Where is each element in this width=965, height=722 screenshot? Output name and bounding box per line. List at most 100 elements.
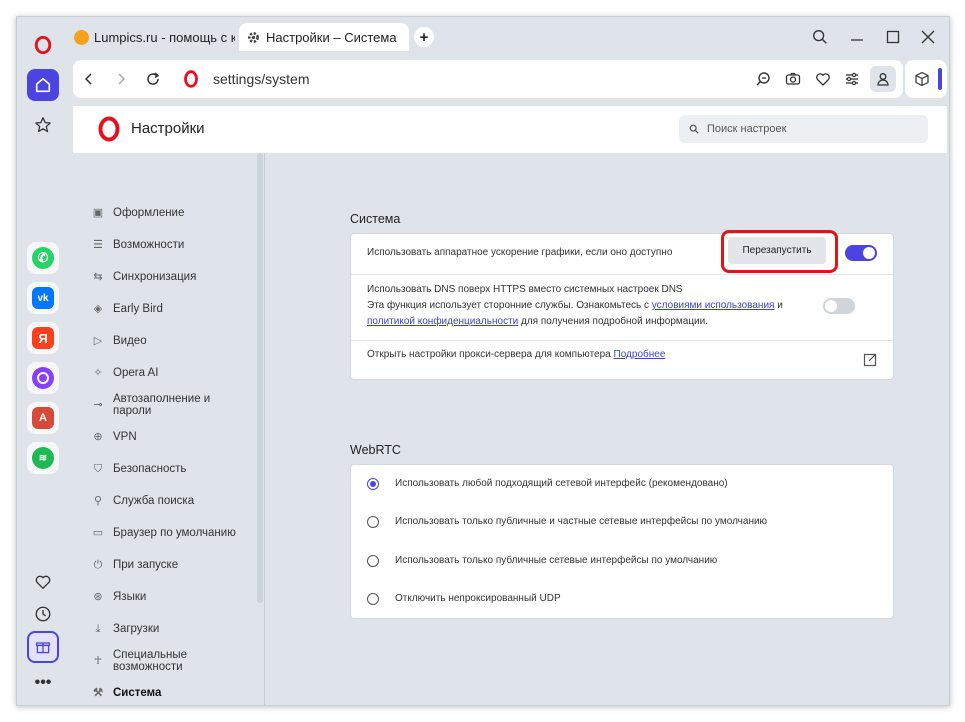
spotify-icon[interactable]: ≋	[27, 442, 59, 474]
cube-icon[interactable]	[913, 70, 931, 88]
tab-lumpics[interactable]: Lumpics.ru - помощь с ко	[73, 23, 235, 51]
webrtc-card: Использовать любой подходящий сетевой ин…	[350, 464, 894, 619]
webrtc-option-radio[interactable]	[367, 516, 379, 528]
restart-highlight: Перезапустить	[721, 230, 838, 273]
languages-icon: ⊛	[93, 591, 103, 603]
home-icon[interactable]	[27, 69, 59, 101]
extensions-box	[905, 60, 947, 98]
nav-item-early-bird[interactable]: ◈ Early Bird	[91, 303, 251, 315]
history-icon[interactable]	[27, 598, 59, 630]
nav-item-default-browser[interactable]: ▭ Браузер по умолчанию	[91, 527, 251, 539]
webrtc-option-label: Использовать только публичные сетевые ин…	[395, 555, 718, 566]
proxy-more-link[interactable]: Подробнее	[614, 349, 666, 360]
tab-title: Настройки – Система	[266, 29, 397, 45]
profile-icon[interactable]	[870, 66, 896, 92]
nav-item-appearance[interactable]: ▣ Оформление	[91, 207, 251, 219]
heart-icon[interactable]	[813, 69, 833, 89]
video-icon: ▷	[93, 335, 103, 347]
whatsapp-icon[interactable]: ✆	[27, 242, 59, 274]
nav-item-security[interactable]: ⛉ Безопасность	[91, 463, 251, 475]
tab-title: Lumpics.ru - помощь с ко	[94, 29, 235, 45]
dns-toggle[interactable]	[823, 298, 855, 314]
alice-icon[interactable]	[27, 362, 59, 394]
browser-icon: ▭	[92, 527, 104, 539]
opera-logo-icon	[97, 116, 121, 147]
proxy-row: Открыть настройки прокси-сервера для ком…	[367, 349, 666, 360]
webrtc-option-radio[interactable]	[367, 593, 379, 605]
nav-item-search-engine[interactable]: ⚲ Служба поиска	[91, 495, 251, 507]
tab-settings[interactable]: Настройки – Система	[239, 23, 409, 51]
system-card: Использовать аппаратное ускорение график…	[350, 230, 894, 380]
hw-accel-label: Использовать аппаратное ускорение график…	[367, 247, 673, 258]
easy-setup-icon[interactable]	[842, 69, 862, 89]
divider	[351, 340, 893, 341]
search-icon	[689, 124, 699, 134]
opera-logo-icon	[181, 69, 201, 89]
system-section-title: Система	[350, 212, 401, 226]
privacy-link[interactable]: политикой конфиденциальности	[367, 316, 518, 327]
nav-item-sync[interactable]: ⇆ Синхронизация	[91, 271, 251, 283]
webrtc-section-title: WebRTC	[350, 443, 401, 457]
orange-site-icon	[73, 29, 89, 45]
vk-icon[interactable]: vk	[27, 282, 59, 314]
webrtc-option-radio[interactable]	[367, 478, 379, 490]
yandex-icon[interactable]: Я	[27, 322, 59, 354]
shield-icon: ⛉	[93, 463, 103, 475]
hw-accel-toggle[interactable]	[845, 245, 877, 261]
nav-item-vpn[interactable]: ⊕ VPN	[91, 431, 251, 443]
nav-item-autofill[interactable]: ⊸ Автозаполнение и пароли	[91, 393, 251, 417]
star-icon[interactable]	[27, 109, 59, 141]
maximize-icon[interactable]	[881, 25, 905, 49]
terms-link[interactable]: условиями использования	[652, 300, 775, 311]
minimize-icon[interactable]	[845, 25, 869, 49]
restart-button[interactable]: Перезапустить	[728, 237, 826, 264]
more-icon[interactable]: •••	[27, 667, 59, 699]
nav-item-system[interactable]: ⚒ Система	[91, 687, 251, 699]
sidebar-indicator	[938, 68, 942, 90]
nav-item-downloads[interactable]: ⤓ Загрузки	[91, 623, 251, 635]
page-title: Настройки	[131, 120, 205, 137]
forward-icon[interactable]	[111, 69, 131, 89]
translator-icon[interactable]: A	[27, 402, 59, 434]
opera-menu-icon[interactable]	[27, 29, 59, 61]
search-icon: ⚲	[93, 495, 103, 507]
search-tabs-icon[interactable]	[808, 25, 832, 49]
new-tab-button[interactable]: +	[414, 27, 434, 47]
vpn-icon: ⊕	[93, 431, 103, 443]
close-icon[interactable]	[916, 25, 940, 49]
address-bar: settings/system	[73, 60, 903, 98]
camera-icon[interactable]	[783, 69, 803, 89]
page-header: Настройки Поиск настроек	[73, 106, 947, 153]
power-icon: ⏻	[93, 559, 103, 571]
zoom-icon[interactable]	[753, 69, 773, 89]
opera-ai-icon: ✧	[93, 367, 103, 379]
nav-item-accessibility[interactable]: ☥ Специальные возможности	[91, 649, 251, 673]
sidebar: ✆ vk Я A ≋ •••	[17, 17, 71, 705]
nav-item-on-startup[interactable]: ⏻ При запуске	[91, 559, 251, 571]
webrtc-option-label: Использовать любой подходящий сетевой ин…	[395, 478, 728, 489]
reload-icon[interactable]	[143, 69, 163, 89]
nav-item-languages[interactable]: ⊛ Языки	[91, 591, 251, 603]
external-link-icon[interactable]	[863, 353, 877, 367]
early-bird-icon: ◈	[93, 303, 103, 315]
browser-window: ✆ vk Я A ≋ ••• Lumpics.ru - помощь с ко …	[16, 16, 950, 706]
heart-icon[interactable]	[27, 566, 59, 598]
webrtc-option-radio[interactable]	[367, 555, 379, 567]
divider	[351, 274, 893, 275]
settings-search-input[interactable]: Поиск настроек	[679, 115, 928, 143]
key-icon: ⊸	[93, 399, 103, 411]
gift-icon[interactable]	[27, 631, 59, 663]
nav-item-video[interactable]: ▷ Видео	[91, 335, 251, 347]
appearance-icon: ▣	[92, 207, 104, 219]
webrtc-option-label: Отключить непроксированный UDP	[395, 593, 561, 604]
nav-item-features[interactable]: ☰ Возможности	[91, 239, 251, 251]
features-icon: ☰	[93, 239, 103, 251]
accessibility-icon: ☥	[93, 655, 103, 667]
url-input[interactable]: settings/system	[213, 71, 309, 87]
nav-scrollbar[interactable]	[257, 153, 263, 603]
nav-item-opera-ai[interactable]: ✧ Opera AI	[91, 367, 251, 379]
webrtc-option-label: Использовать только публичные и частные …	[395, 516, 768, 527]
dns-label: Использовать DNS поверх HTTPS вместо сис…	[367, 284, 783, 327]
back-icon[interactable]	[79, 69, 99, 89]
settings-nav: ▣ Оформление ☰ Возможности ⇆ Синхронизация …	[73, 153, 265, 705]
